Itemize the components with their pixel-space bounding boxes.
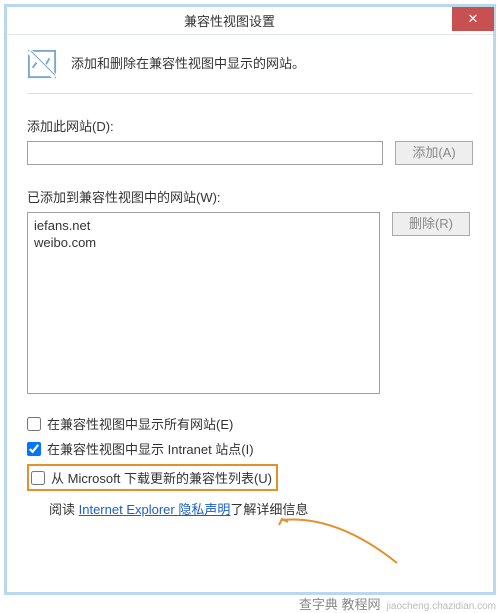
titlebar: 兼容性视图设置 ✕ (7, 7, 493, 35)
watermark-en: jiaocheng.chazidian.com (386, 601, 496, 612)
checkbox-show-all[interactable] (27, 417, 41, 431)
dialog-content: 添加和删除在兼容性视图中显示的网站。 添加此网站(D): 添加(A) 已添加到兼… (7, 35, 493, 532)
websites-listbox[interactable]: iefans.net weibo.com (27, 212, 380, 394)
checkbox-show-intranet-row: 在兼容性视图中显示 Intranet 站点(I) (27, 439, 473, 458)
checkbox-show-all-label: 在兼容性视图中显示所有网站(E) (47, 414, 233, 433)
close-icon: ✕ (468, 11, 479, 27)
close-button[interactable]: ✕ (452, 7, 494, 31)
list-item[interactable]: iefans.net (34, 217, 373, 234)
add-website-input[interactable] (27, 141, 383, 165)
window-title: 兼容性视图设置 (7, 11, 452, 30)
checkbox-show-intranet-label: 在兼容性视图中显示 Intranet 站点(I) (47, 439, 254, 458)
add-website-label: 添加此网站(D): (27, 116, 473, 135)
intro-row: 添加和删除在兼容性视图中显示的网站。 (27, 49, 473, 94)
privacy-reading-line: 阅读 Internet Explorer 隐私声明了解详细信息 (49, 499, 473, 518)
checkbox-download-updates-label: 从 Microsoft 下载更新的兼容性列表(U) (51, 468, 272, 487)
watermark: 查字典 教程网 jiaocheng.chazidian.com (299, 594, 496, 613)
add-section: 添加此网站(D): 添加(A) (27, 116, 473, 165)
list-item[interactable]: weibo.com (34, 234, 373, 251)
reading-prefix: 阅读 (49, 502, 79, 517)
privacy-link[interactable]: Internet Explorer 隐私声明 (79, 502, 231, 517)
watermark-cn: 查字典 教程网 (299, 594, 381, 613)
reading-suffix: 了解详细信息 (230, 502, 308, 517)
added-websites-label: 已添加到兼容性视图中的网站(W): (27, 187, 473, 206)
list-section: 已添加到兼容性视图中的网站(W): iefans.net weibo.com 删… (27, 187, 473, 394)
remove-button[interactable]: 删除(R) (392, 212, 470, 236)
add-button[interactable]: 添加(A) (395, 141, 473, 165)
checkbox-download-updates[interactable] (31, 471, 45, 485)
intro-text: 添加和删除在兼容性视图中显示的网站。 (71, 53, 305, 72)
dialog-window: 兼容性视图设置 ✕ 添加和删除在兼容性视图中显示的网站。 添加此网站(D): 添… (4, 4, 496, 595)
highlighted-checkbox-row: 从 Microsoft 下载更新的兼容性列表(U) (27, 464, 278, 491)
checkbox-show-intranet[interactable] (27, 442, 41, 456)
compat-page-icon (27, 49, 57, 79)
checkbox-show-all-row: 在兼容性视图中显示所有网站(E) (27, 414, 473, 433)
